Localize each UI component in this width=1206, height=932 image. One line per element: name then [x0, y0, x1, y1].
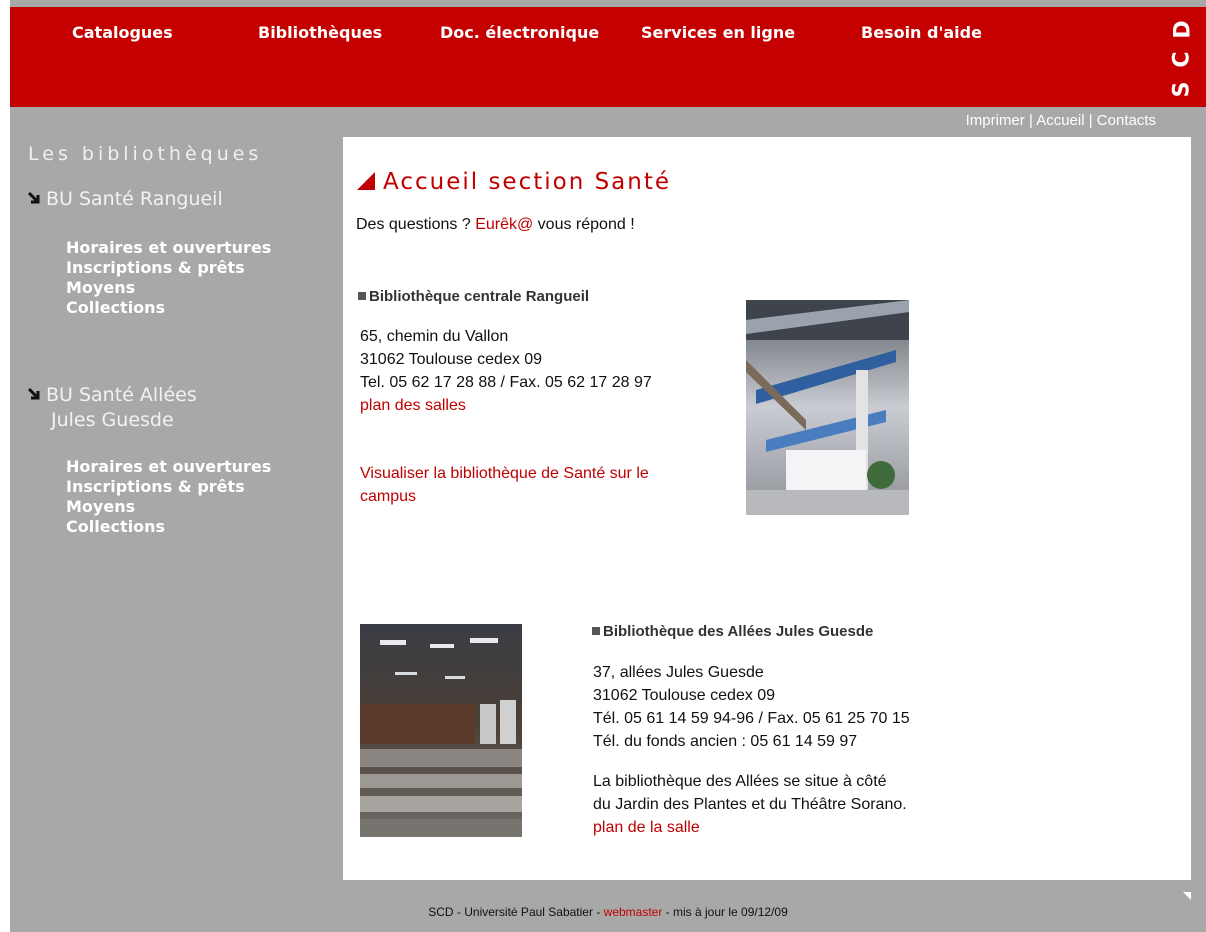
arrow-down-right-icon — [28, 192, 40, 204]
print-link[interactable]: Imprimer — [966, 112, 1025, 129]
campus-link-line1: Visualiser la bibliothèque de Santé sur … — [360, 465, 649, 482]
logo-letter-s: S — [1169, 81, 1195, 98]
bullet-square-icon — [358, 292, 366, 300]
footer: SCD - Université Paul Sabatier - webmast… — [10, 905, 1206, 919]
sidebar-link-moyens[interactable]: Moyens — [66, 278, 271, 298]
lib1-address-line: 65, chemin du Vallon — [360, 328, 509, 345]
lib1-plan-link[interactable]: plan des salles — [360, 394, 652, 417]
sidebar-section-rangueil[interactable]: BU Santé Rangueil — [28, 187, 223, 212]
sidebar-link-horaires[interactable]: Horaires et ouvertures — [66, 238, 271, 258]
lib2-address-line: 37, allées Jules Guesde — [593, 664, 764, 681]
lib2-plan-link[interactable]: plan de la salle — [593, 816, 907, 839]
lib2-description: La bibliothèque des Allées se situe à cô… — [593, 770, 907, 839]
page-title-text: Accueil section Santé — [383, 169, 672, 195]
rangueil-staircase-photo — [746, 300, 909, 515]
lib2-desc-line: du Jardin des Plantes et du Théâtre Sora… — [593, 796, 907, 813]
home-link[interactable]: Accueil — [1036, 112, 1084, 129]
sidebar-section-allees[interactable]: BU Santé Allées Jules Guesde — [28, 383, 197, 433]
footer-date: - mis à jour le 09/12/09 — [662, 905, 788, 919]
sidebar-link-collections[interactable]: Collections — [66, 517, 271, 537]
section-label: BU Santé Rangueil — [46, 188, 223, 210]
main-content: Accueil section Santé Des questions ? Eu… — [343, 137, 1191, 880]
intro-text-end: vous répond ! — [533, 216, 635, 233]
lib1-address-line: Tel. 05 62 17 28 88 / Fax. 05 62 17 28 9… — [360, 374, 652, 391]
header-bar: Catalogues Bibliothèques Doc. électroniq… — [10, 7, 1206, 107]
nav-services-en-ligne[interactable]: Services en ligne — [641, 23, 795, 42]
lib1-heading-text: Bibliothèque centrale Rangueil — [369, 288, 590, 305]
sidebar-link-inscriptions[interactable]: Inscriptions & prêts — [66, 258, 271, 278]
lib1-heading: Bibliothèque centrale Rangueil — [358, 288, 589, 305]
sidebar-link-collections[interactable]: Collections — [66, 298, 271, 318]
arrow-down-right-icon — [28, 388, 40, 400]
lib2-heading: Bibliothèque des Allées Jules Guesde — [592, 623, 873, 640]
nav-catalogues[interactable]: Catalogues — [72, 23, 173, 42]
lib1-address-line: 31062 Toulouse cedex 09 — [360, 351, 543, 368]
intro-line: Des questions ? Eurêk@ vous répond ! — [356, 213, 635, 236]
nav-besoin-aide[interactable]: Besoin d'aide — [861, 23, 982, 42]
footer-text: SCD - Université Paul Sabatier - — [428, 905, 604, 919]
campus-link-line2: campus — [360, 488, 417, 505]
lib2-desc-line: La bibliothèque des Allées se situe à cô… — [593, 773, 887, 790]
scd-logo[interactable]: D C S — [1169, 15, 1200, 107]
page-title: Accueil section Santé — [357, 169, 671, 195]
separator: | — [1088, 112, 1093, 129]
lib1-campus-link[interactable]: Visualiser la bibliothèque de Santé sur … — [360, 462, 649, 508]
page-frame: Catalogues Bibliothèques Doc. électroniq… — [10, 0, 1206, 932]
nav-doc-electronique[interactable]: Doc. électronique — [440, 23, 599, 42]
lib2-heading-text: Bibliothèque des Allées Jules Guesde — [603, 623, 874, 640]
sidebar-link-horaires[interactable]: Horaires et ouvertures — [66, 457, 271, 477]
sidebar-link-inscriptions[interactable]: Inscriptions & prêts — [66, 477, 271, 497]
intro-text: Des questions ? — [356, 216, 476, 233]
utility-links: Imprimer | Accueil | Contacts — [966, 112, 1156, 129]
sidebar-links-allees: Horaires et ouvertures Inscriptions & pr… — [66, 457, 271, 537]
sidebar-links-rangueil: Horaires et ouvertures Inscriptions & pr… — [66, 238, 271, 318]
reading-room-image — [360, 624, 522, 837]
logo-letter-d: D — [1170, 20, 1196, 39]
lib2-address: 37, allées Jules Guesde 31062 Toulouse c… — [593, 661, 910, 753]
allees-reading-room-photo — [360, 624, 522, 837]
triangle-icon — [357, 172, 375, 190]
lib2-address-line: Tél. du fonds ancien : 05 61 14 59 97 — [593, 733, 858, 750]
section-label-line2: Jules Guesde — [51, 409, 174, 431]
contacts-link[interactable]: Contacts — [1097, 112, 1156, 129]
bullet-square-icon — [592, 627, 600, 635]
sidebar: Les bibliothèques BU Santé Rangueil Hora… — [10, 107, 342, 932]
staircase-image — [746, 300, 909, 515]
sidebar-link-moyens[interactable]: Moyens — [66, 497, 271, 517]
lib1-address: 65, chemin du Vallon 31062 Toulouse cede… — [360, 325, 652, 417]
top-border — [10, 0, 1206, 7]
nav-bibliotheques[interactable]: Bibliothèques — [258, 23, 382, 42]
lib2-address-line: 31062 Toulouse cedex 09 — [593, 687, 776, 704]
section-label-line1: BU Santé Allées — [46, 384, 197, 406]
lib2-address-line: Tél. 05 61 14 59 94-96 / Fax. 05 61 25 7… — [593, 710, 910, 727]
sidebar-title: Les bibliothèques — [28, 143, 263, 165]
webmaster-link[interactable]: webmaster — [604, 905, 663, 919]
logo-letter-c: C — [1169, 51, 1195, 68]
corner-decoration — [1183, 892, 1191, 900]
separator: | — [1028, 112, 1033, 129]
eureka-link[interactable]: Eurêk@ — [475, 216, 533, 233]
